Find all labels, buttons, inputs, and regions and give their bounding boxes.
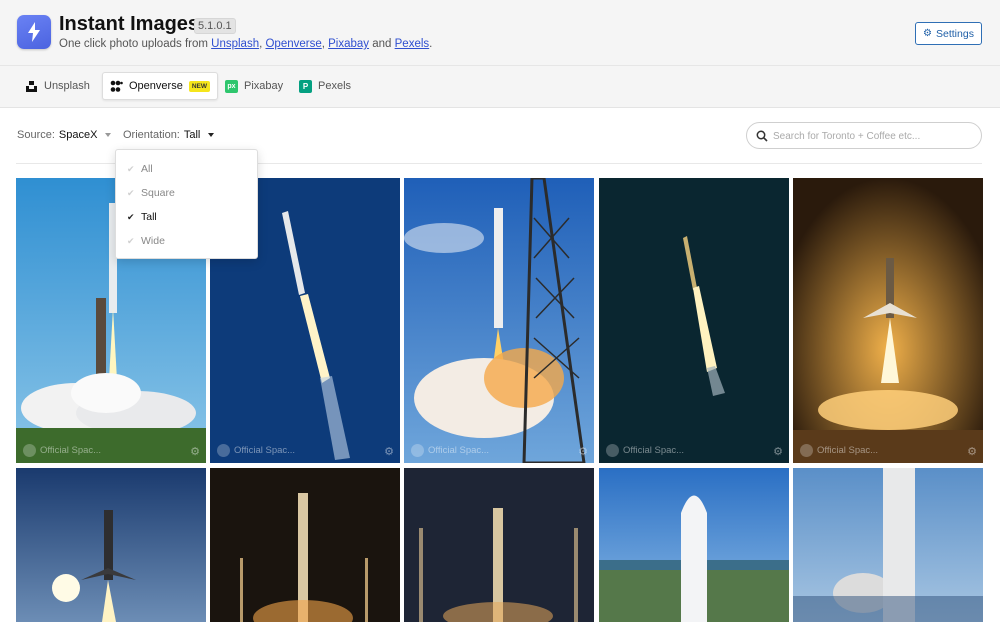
orientation-label: Orientation:: [123, 129, 180, 141]
pixabay-icon: px: [225, 79, 238, 93]
author-name: Official Spac...: [428, 445, 490, 456]
app-title: Instant Images: [59, 13, 200, 35]
orientation-dropdown: ✔ All ✔ Square ✔ Tall ✔ Wide: [115, 149, 258, 259]
option-label: Wide: [141, 235, 165, 247]
search-box[interactable]: [746, 122, 982, 149]
gear-icon: ⚙: [923, 28, 932, 39]
option-label: Square: [141, 187, 175, 199]
gear-icon[interactable]: ⚙: [773, 445, 783, 458]
rocket-photo: [16, 468, 206, 622]
pexels-icon: P: [299, 79, 312, 93]
settings-label: Settings: [936, 27, 974, 40]
check-icon: ✔: [127, 187, 135, 198]
source-value: SpaceX: [58, 129, 98, 141]
photo-tile[interactable]: Official Spac... ⚙: [404, 178, 594, 463]
link-pixabay[interactable]: Pixabay: [328, 38, 369, 50]
orientation-value: Tall: [183, 129, 201, 141]
new-badge: NEW: [188, 80, 210, 92]
tab-pexels[interactable]: P Pexels: [292, 72, 358, 100]
photo-credit[interactable]: Official Spac...: [606, 444, 684, 457]
avatar: [217, 444, 230, 457]
photo-tile[interactable]: Official Spac... ⚙: [793, 178, 983, 463]
provider-tabs: Unsplash Openverse NEW px Pixabay P Pexe…: [0, 66, 1000, 108]
photo-tile[interactable]: [404, 468, 594, 622]
avatar: [23, 444, 36, 457]
tab-label: Pexels: [318, 80, 352, 92]
openverse-icon: [110, 80, 123, 92]
app-logo: [17, 15, 51, 49]
tab-label: Unsplash: [44, 80, 90, 92]
search-input[interactable]: [773, 128, 973, 144]
gear-icon[interactable]: ⚙: [190, 445, 200, 458]
rocket-photo: [599, 468, 789, 622]
link-pexels[interactable]: Pexels: [395, 38, 430, 50]
avatar: [606, 444, 619, 457]
unsplash-icon: [26, 80, 37, 92]
photo-tile[interactable]: [599, 468, 789, 622]
tab-label: Openverse: [129, 80, 183, 92]
author-name: Official Spac...: [817, 445, 879, 456]
search-icon: [756, 130, 768, 142]
option-square[interactable]: ✔ Square: [127, 187, 175, 199]
tagline-text: One click photo uploads from: [59, 38, 212, 50]
option-all[interactable]: ✔ All: [127, 163, 153, 175]
lightning-icon: [28, 22, 40, 42]
option-wide[interactable]: ✔ Wide: [127, 235, 165, 247]
photo-tile[interactable]: [16, 468, 206, 622]
check-icon: ✔: [127, 235, 135, 246]
tab-label: Pixabay: [244, 80, 284, 92]
gear-icon[interactable]: ⚙: [384, 445, 394, 458]
tab-openverse[interactable]: Openverse NEW: [102, 72, 218, 100]
source-filter[interactable]: Source: SpaceX: [17, 129, 112, 141]
rocket-photo: [404, 468, 594, 622]
orientation-filter[interactable]: Orientation: Tall: [123, 129, 215, 141]
link-openverse[interactable]: Openverse: [265, 38, 321, 50]
chevron-down-icon: [105, 133, 112, 137]
rocket-photo: [404, 178, 594, 463]
avatar: [800, 444, 813, 457]
check-icon: ✔: [127, 163, 135, 174]
version-badge: 5.1.0.1: [194, 18, 236, 34]
source-label: Source:: [17, 129, 55, 141]
tagline-and: and: [369, 38, 395, 50]
rocket-photo: [210, 468, 400, 622]
photo-credit[interactable]: Official Spac...: [23, 444, 101, 457]
tab-unsplash[interactable]: Unsplash: [18, 72, 97, 100]
photo-tile[interactable]: [793, 468, 983, 622]
check-icon: ✔: [127, 211, 135, 222]
gear-icon[interactable]: ⚙: [967, 445, 977, 458]
app-header: Instant Images 5.1.0.1 One click photo u…: [0, 0, 1000, 66]
photo-tile[interactable]: Official Spac... ⚙: [599, 178, 789, 463]
author-name: Official Spac...: [40, 445, 102, 456]
tab-pixabay[interactable]: px Pixabay: [218, 72, 290, 100]
tagline: One click photo uploads from Unsplash, O…: [59, 38, 432, 50]
option-label: All: [141, 163, 153, 175]
author-name: Official Spac...: [234, 445, 296, 456]
photo-tile[interactable]: [210, 468, 400, 622]
author-name: Official Spac...: [623, 445, 685, 456]
option-tall[interactable]: ✔ Tall: [127, 211, 157, 223]
rocket-photo: [599, 178, 789, 463]
gear-icon[interactable]: ⚙: [578, 445, 588, 458]
photo-credit[interactable]: Official Spac...: [800, 444, 878, 457]
avatar: [411, 444, 424, 457]
settings-button[interactable]: ⚙ Settings: [915, 22, 982, 45]
chevron-down-icon: [208, 133, 215, 137]
rocket-photo: [793, 468, 983, 622]
tagline-end: .: [429, 38, 433, 50]
photo-credit[interactable]: Official Spac...: [411, 444, 489, 457]
photo-credit[interactable]: Official Spac...: [217, 444, 295, 457]
option-label: Tall: [141, 211, 157, 223]
link-unsplash[interactable]: Unsplash: [211, 38, 259, 50]
rocket-photo: [793, 178, 983, 463]
